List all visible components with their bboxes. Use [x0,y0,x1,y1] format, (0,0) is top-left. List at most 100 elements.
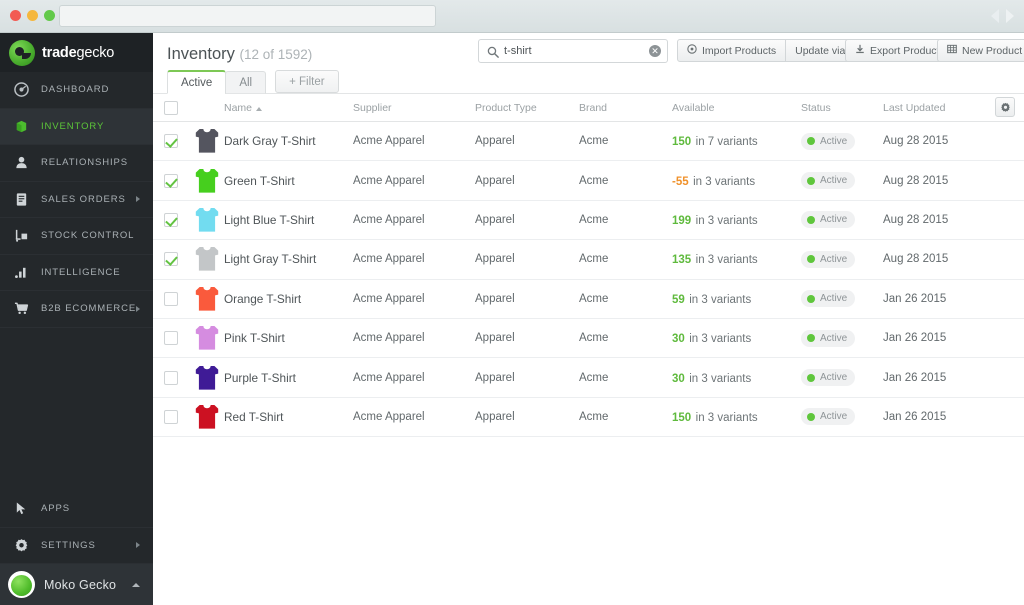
product-type-cell: Apparel [475,213,515,226]
product-name[interactable]: Orange T-Shirt [224,292,353,306]
product-name[interactable]: Light Blue T-Shirt [224,213,353,227]
product-thumbnail-cell [189,365,224,391]
column-header-status[interactable]: Status [801,102,883,114]
column-header-available[interactable]: Available [672,102,801,114]
sidebar-item-intelligence[interactable]: INTELLIGENCE [0,255,153,291]
row-checkbox[interactable] [164,370,178,385]
row-checkbox[interactable] [164,212,178,227]
import-products-button[interactable]: Import Products [677,39,787,62]
brand-logo-area[interactable]: tradegecko [0,33,153,72]
new-product-button[interactable]: New Product [937,39,1024,62]
row-checkbox[interactable] [164,173,178,188]
grid-icon [947,44,957,57]
column-header-product-type[interactable]: Product Type [475,102,579,114]
status-label: Active [820,135,848,147]
url-bar[interactable] [59,5,436,27]
avatar [8,571,35,598]
tab-all[interactable]: All [225,71,267,94]
table-settings-button[interactable] [995,97,1015,117]
product-thumbnail-cell [189,246,224,272]
last-updated-cell: Jan 26 2015 [883,371,947,384]
user-menu[interactable]: Moko Gecko [0,564,153,605]
product-type-cell: Apparel [475,135,515,148]
supplier-cell: Acme Apparel [353,135,425,148]
back-arrow-icon[interactable] [991,9,999,23]
column-header-name[interactable]: Name [224,102,353,114]
status-cell: Active [801,250,883,268]
sidebar-item-dashboard[interactable]: DASHBOARD [0,72,153,109]
table-header-row: Name Supplier Product Type Brand Availab… [153,94,1024,122]
sidebar: tradegecko DASHBOARD INVENTORY RELATIONS… [0,33,153,605]
chevron-right-icon [136,305,140,312]
search-box[interactable]: ✕ [478,39,668,63]
row-checkbox[interactable] [164,331,178,346]
table-row[interactable]: Light Blue T-Shirt Acme Apparel Apparel Acm… [153,201,1024,241]
status-dot-icon [807,334,815,343]
sidebar-item-sales-orders[interactable]: SALES ORDERS [0,182,153,218]
sidebar-item-apps[interactable]: APPS [0,491,153,528]
add-filter-button[interactable]: + Filter [275,70,339,93]
sidebar-item-settings[interactable]: SETTINGS [0,528,153,564]
product-thumbnail-cell [189,128,224,154]
status-label: Active [820,253,848,265]
column-header-last-updated[interactable]: Last Updated [883,102,993,114]
sidebar-item-label: APPS [41,503,70,515]
product-name[interactable]: Light Gray T-Shirt [224,252,353,266]
available-cell: 150 in 7 variants [672,132,801,150]
status-badge: Active [801,290,856,308]
row-checkbox[interactable] [164,409,178,424]
close-window-button[interactable] [10,10,21,21]
supplier-cell: Acme Apparel [353,253,425,266]
product-name[interactable]: Red T-Shirt [224,410,353,424]
product-name[interactable]: Green T-Shirt [224,174,353,188]
row-checkbox[interactable] [164,134,178,149]
product-name[interactable]: Pink T-Shirt [224,331,353,345]
page-toolbar: Inventory (12 of 1592) ✕ Import Products… [153,33,1024,94]
tshirt-icon [195,286,218,311]
page-title-count: (12 of 1592) [239,47,313,62]
table-row[interactable]: Green T-Shirt Acme Apparel Apparel Acme -55 … [153,161,1024,201]
select-all-checkbox[interactable] [164,100,178,115]
supplier-cell: Acme Apparel [353,371,425,384]
brand-cell: Acme [579,213,609,226]
product-thumbnail-cell [189,207,224,233]
browser-nav-arrows [991,9,1014,23]
table-row[interactable]: Orange T-Shirt Acme Apparel Apparel Acme 59 … [153,280,1024,319]
sidebar-item-label: STOCK CONTROL [41,230,135,242]
clear-search-button[interactable]: ✕ [649,45,661,57]
minimize-window-button[interactable] [27,10,38,21]
table-row[interactable]: Purple T-Shirt Acme Apparel Apparel Acme 30 … [153,358,1024,398]
sidebar-item-stock-control[interactable]: STOCK CONTROL [0,218,153,255]
column-header-supplier[interactable]: Supplier [353,102,475,114]
last-updated-cell: Jan 26 2015 [883,292,947,305]
row-checkbox[interactable] [164,252,178,267]
table-row[interactable]: Red T-Shirt Acme Apparel Apparel Acme 150 in… [153,398,1024,438]
product-name[interactable]: Purple T-Shirt [224,371,353,385]
product-name[interactable]: Dark Gray T-Shirt [224,134,353,148]
brand-cell: Acme [579,371,609,384]
status-badge: Active [801,132,856,150]
table-row[interactable]: Pink T-Shirt Acme Apparel Apparel Acme 30 in… [153,319,1024,359]
status-badge: Active [801,329,856,347]
sidebar-item-inventory[interactable]: INVENTORY [0,108,153,145]
available-variants: in 3 variants [689,293,752,306]
shopping-cart-icon [12,300,30,318]
tshirt-icon [195,326,218,350]
product-thumbnail-cell [189,325,224,351]
forward-arrow-icon[interactable] [1006,9,1014,23]
sidebar-item-b2b-ecommerce[interactable]: B2B ECOMMERCE [0,291,153,328]
available-cell: 150 in 3 variants [672,408,801,426]
gear-icon [12,536,30,554]
available-cell: 199 in 3 variants [672,211,801,229]
table-row[interactable]: Dark Gray T-Shirt Acme Apparel Apparel Acme… [153,122,1024,162]
tab-active[interactable]: Active [167,70,227,94]
sidebar-item-relationships[interactable]: RELATIONSHIPS [0,145,153,182]
tab-bar: Active All + Filter [167,70,339,94]
column-header-brand[interactable]: Brand [579,102,672,114]
supplier-cell: Acme Apparel [353,213,425,226]
available-variants: in 7 variants [695,136,758,149]
row-checkbox[interactable] [164,291,178,306]
maximize-window-button[interactable] [44,10,55,21]
table-row[interactable]: Light Gray T-Shirt Acme Apparel Apparel Acm… [153,240,1024,280]
search-input[interactable] [504,40,649,62]
